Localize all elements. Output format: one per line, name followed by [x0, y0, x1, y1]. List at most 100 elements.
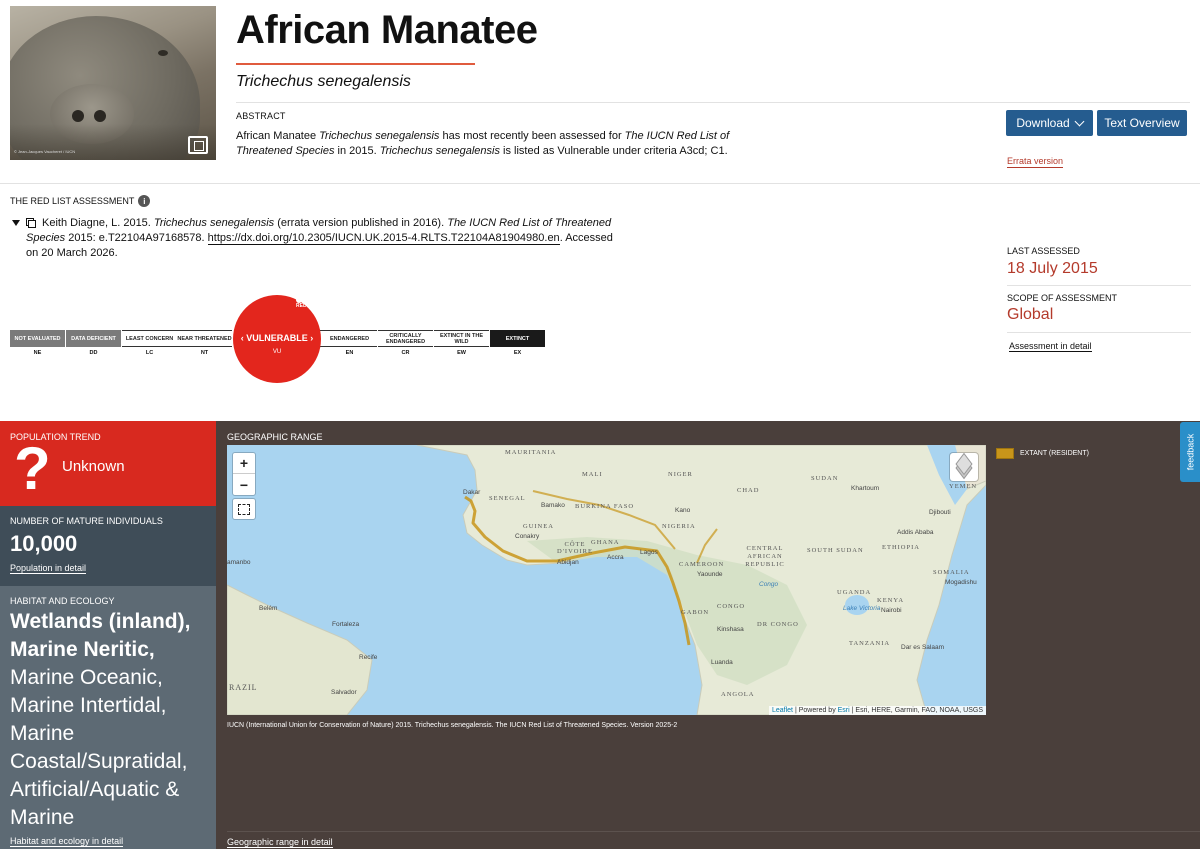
divider: [227, 831, 1200, 832]
chevron-down-icon: [1074, 116, 1085, 126]
map-label-city: Recife: [359, 654, 378, 661]
map-label-city: Djibouti: [929, 509, 951, 516]
map-label-country: DR CONGO: [757, 621, 799, 628]
map-label-country: UGANDA: [837, 589, 872, 596]
scope-label: SCOPE OF ASSESSMENT: [1007, 293, 1118, 303]
map-legend: EXTANT (RESIDENT): [996, 448, 1089, 459]
scientific-name: Trichechus senegalensis: [236, 73, 411, 90]
category-en-abbr: EN: [345, 350, 354, 356]
abstract-text: African Manatee Trichechus senegalensis …: [236, 130, 730, 157]
gallery-icon[interactable]: [188, 136, 208, 154]
map-label-country: NIGER: [668, 471, 693, 478]
map-label-country: RAZIL: [229, 683, 258, 692]
population-trend-card: POPULATION TREND ? Unknown: [0, 421, 216, 506]
map-label-city: Luanda: [711, 659, 733, 666]
divider: [236, 102, 1190, 103]
map-label-city: Fortaleza: [332, 621, 360, 628]
map-label-city: Bamako: [541, 502, 565, 509]
population-detail-link[interactable]: Population in detail: [10, 563, 87, 574]
esri-link[interactable]: Esri: [838, 707, 850, 714]
assessment-detail-link[interactable]: Assessment in detail: [1009, 341, 1092, 352]
page: © Jean-Jacques Vaucheret / IUCN African …: [0, 0, 1200, 849]
map-label-city: Nairobi: [881, 607, 902, 614]
category-dd: DATA DEFICIENT: [66, 330, 121, 347]
map-label-city: Dar es Salaam: [901, 644, 944, 651]
geographic-range-detail-link[interactable]: Geographic range in detail: [227, 837, 333, 848]
map-label-city: Salvador: [331, 689, 357, 696]
zoom-in-button[interactable]: +: [233, 453, 255, 474]
errata-link[interactable]: Errata version: [1007, 156, 1064, 168]
map-label-city: Lagos: [640, 549, 658, 556]
map-label-country: TANZANIA: [849, 640, 891, 647]
caret-down-icon[interactable]: [12, 220, 20, 226]
page-title: African Manatee: [236, 8, 538, 52]
map-label-country: SOMALIA: [933, 569, 970, 576]
map-label-city: Conakry: [515, 533, 540, 540]
map-label-city: Abidjan: [557, 559, 579, 566]
category-ex-abbr: EX: [513, 350, 522, 356]
map-label-country: MALI: [582, 471, 603, 478]
layers-icon[interactable]: [950, 453, 978, 481]
divider: [1007, 285, 1191, 286]
category-nt: NEAR THREATENED: [177, 330, 232, 347]
map-label-lake: Lake Victoria: [843, 605, 881, 612]
download-button[interactable]: Download: [1006, 110, 1093, 136]
scope-value: Global: [1007, 306, 1054, 323]
map-label-country: CAMEROON: [679, 561, 725, 568]
mature-individuals-value: 10,000: [10, 531, 78, 556]
map-label-country: NIGERIA: [662, 523, 696, 530]
category-en: ENDANGERED: [322, 330, 377, 347]
map-label-city: Belém: [259, 605, 278, 612]
title-underline: [236, 63, 475, 65]
habitat-label: HABITAT AND ECOLOGY: [10, 596, 115, 606]
map-label-country: CHAD: [737, 487, 760, 494]
info-icon[interactable]: i: [138, 195, 151, 207]
map-label-country: SOUTH SUDAN: [807, 547, 864, 554]
map-label-city: Accra: [607, 554, 624, 561]
map-label-country: BURKINA FASO: [575, 503, 635, 510]
zoom-out-button[interactable]: −: [233, 474, 255, 495]
map-label-city: Dakar: [463, 489, 481, 496]
last-assessed-label: LAST ASSESSED: [1007, 246, 1080, 256]
map-label-city: Addis Ababa: [897, 529, 934, 536]
habitat-detail-link[interactable]: Habitat and ecology in detail: [10, 836, 124, 847]
map-label-city: amanbo: [227, 559, 251, 566]
map-label-country: YEMEN: [949, 483, 978, 490]
red-list-logo: RED LIST: [296, 297, 320, 319]
map-label-city: Kinshasa: [717, 626, 744, 633]
mature-individuals-card: NUMBER OF MATURE INDIVIDUALS 10,000 Popu…: [0, 506, 216, 586]
map-label-country: KENYA: [877, 597, 905, 604]
bottom-panel: POPULATION TREND ? Unknown NUMBER OF MAT…: [0, 421, 1200, 849]
category-vu-abbr: VU: [272, 349, 282, 355]
last-assessed-value: 18 July 2015: [1007, 260, 1098, 277]
category-cr-abbr: CR: [401, 350, 410, 356]
map-caption: IUCN (International Union for Conservati…: [227, 722, 678, 729]
category-cr: CRITICALLY ENDANGERED: [378, 330, 433, 347]
map-label-city: Kano: [675, 507, 691, 514]
category-lc-abbr: LC: [145, 350, 154, 356]
category-vu-label: ‹ VULNERABLE ›: [240, 333, 314, 343]
category-ex: EXTINCT: [490, 330, 545, 347]
map-label-country: GHANA: [591, 539, 620, 546]
range-map[interactable]: MAURITANIA MALI NIGER CHAD SUDAN SENEGAL…: [227, 445, 986, 715]
map-label-country: CONGO: [717, 603, 746, 610]
species-photo[interactable]: © Jean-Jacques Vaucheret / IUCN: [10, 6, 216, 160]
map-label-country: MAURITANIA: [505, 449, 557, 456]
leaflet-link[interactable]: Leaflet: [772, 707, 793, 714]
text-overview-button[interactable]: Text Overview: [1097, 110, 1187, 136]
map-attribution: Leaflet | Powered by Esri | Esri, HERE, …: [768, 706, 986, 715]
map-label-country: CENTRAL AFRICAN REPUBLIC: [745, 545, 785, 568]
category-ne-abbr: NE: [33, 350, 42, 356]
category-ew-abbr: EW: [457, 350, 466, 356]
photo-credit: © Jean-Jacques Vaucheret / IUCN: [14, 149, 76, 154]
fullscreen-icon[interactable]: [233, 499, 255, 519]
category-ne: NOT EVALUATED: [10, 330, 65, 347]
map-label-city: Mogadishu: [945, 579, 977, 586]
mature-individuals-label: NUMBER OF MATURE INDIVIDUALS: [10, 516, 163, 526]
doi-link[interactable]: https://dx.doi.org/10.2305/IUCN.UK.2015-…: [207, 232, 560, 245]
map-label-country: GABON: [681, 609, 710, 616]
divider: [0, 183, 1200, 184]
legend-label: EXTANT (RESIDENT): [1020, 450, 1089, 457]
feedback-tab[interactable]: feedback: [1180, 422, 1200, 482]
population-trend-value: Unknown: [62, 458, 125, 475]
